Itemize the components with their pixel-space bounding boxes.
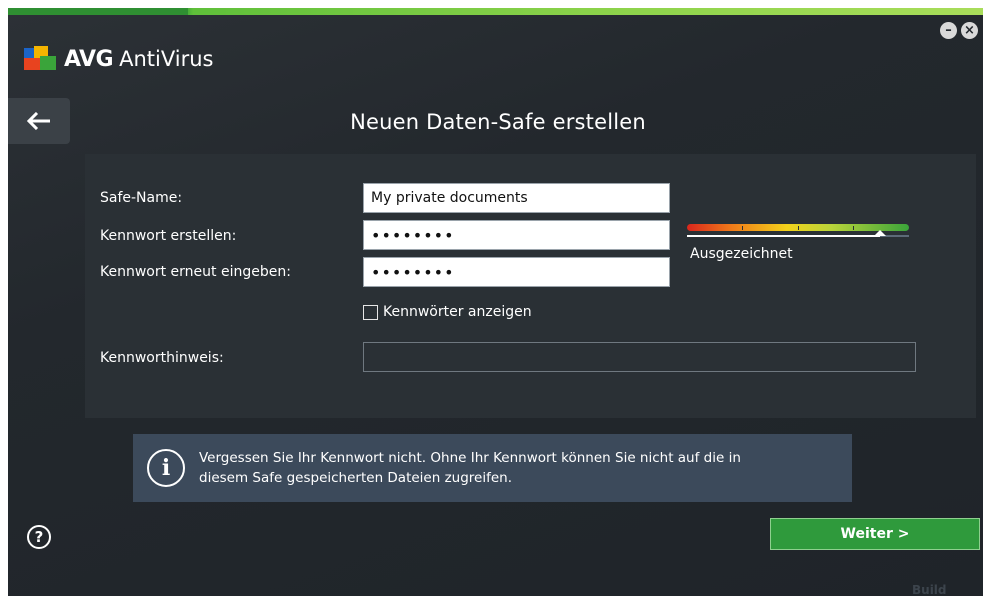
password-value: •••••••• [371,225,455,245]
close-icon: × [964,23,975,38]
safe-name-label: Safe-Name: [100,190,183,206]
back-button[interactable] [8,98,70,144]
app-window: AVG AntiVirus – × Neuen Daten-Safe erste… [8,8,983,596]
arrow-left-icon [27,112,50,130]
hint-label: Kennworthinweis: [100,350,224,366]
password-input[interactable]: •••••••• [363,220,670,250]
hint-input[interactable] [363,342,916,372]
info-icon: i [147,449,185,487]
minimize-button[interactable]: – [940,22,957,39]
avg-logo-icon [24,46,58,72]
info-text-line: Vergessen Sie Ihr Kennwort nicht. Ohne I… [199,450,741,466]
strength-marker-icon [874,230,887,236]
build-label: Build 2132 [912,583,947,596]
strength-fill [687,235,881,237]
top-accent-bar-dark [8,8,188,15]
safe-name-value: My private documents [371,190,528,206]
info-text-line: diesem Safe gespeicherten Dateien zugrei… [199,470,513,486]
strength-label: Ausgezeichnet [690,246,793,262]
logo-brand: AVG [64,46,114,72]
close-button[interactable]: × [961,22,978,39]
next-button[interactable]: Weiter > [770,518,980,550]
info-text: Vergessen Sie Ihr Kennwort nicht. Ohne I… [199,448,839,488]
password-strength-meter [687,224,909,240]
checkbox-box[interactable] [363,304,378,320]
password-repeat-value: •••••••• [371,262,455,282]
password-repeat-label: Kennwort erneut eingeben: [100,264,291,280]
dialog-title: Neuen Daten-Safe erstellen [350,110,646,134]
strength-tick [798,226,799,230]
help-icon[interactable]: ? [27,525,51,549]
password-label: Kennwort erstellen: [100,228,237,244]
password-repeat-input[interactable]: •••••••• [363,257,670,287]
strength-tick [742,226,743,230]
show-passwords-checkbox[interactable]: Kennwörter anzeigen [363,304,532,320]
show-passwords-label: Kennwörter anzeigen [383,304,532,320]
safe-name-input[interactable]: My private documents [363,183,670,213]
logo-product: AntiVirus [119,47,214,71]
minus-icon: – [945,23,952,38]
strength-tick [853,226,854,230]
app-logo: AVG AntiVirus [24,44,214,74]
info-box: i Vergessen Sie Ihr Kennwort nicht. Ohne… [133,434,852,502]
